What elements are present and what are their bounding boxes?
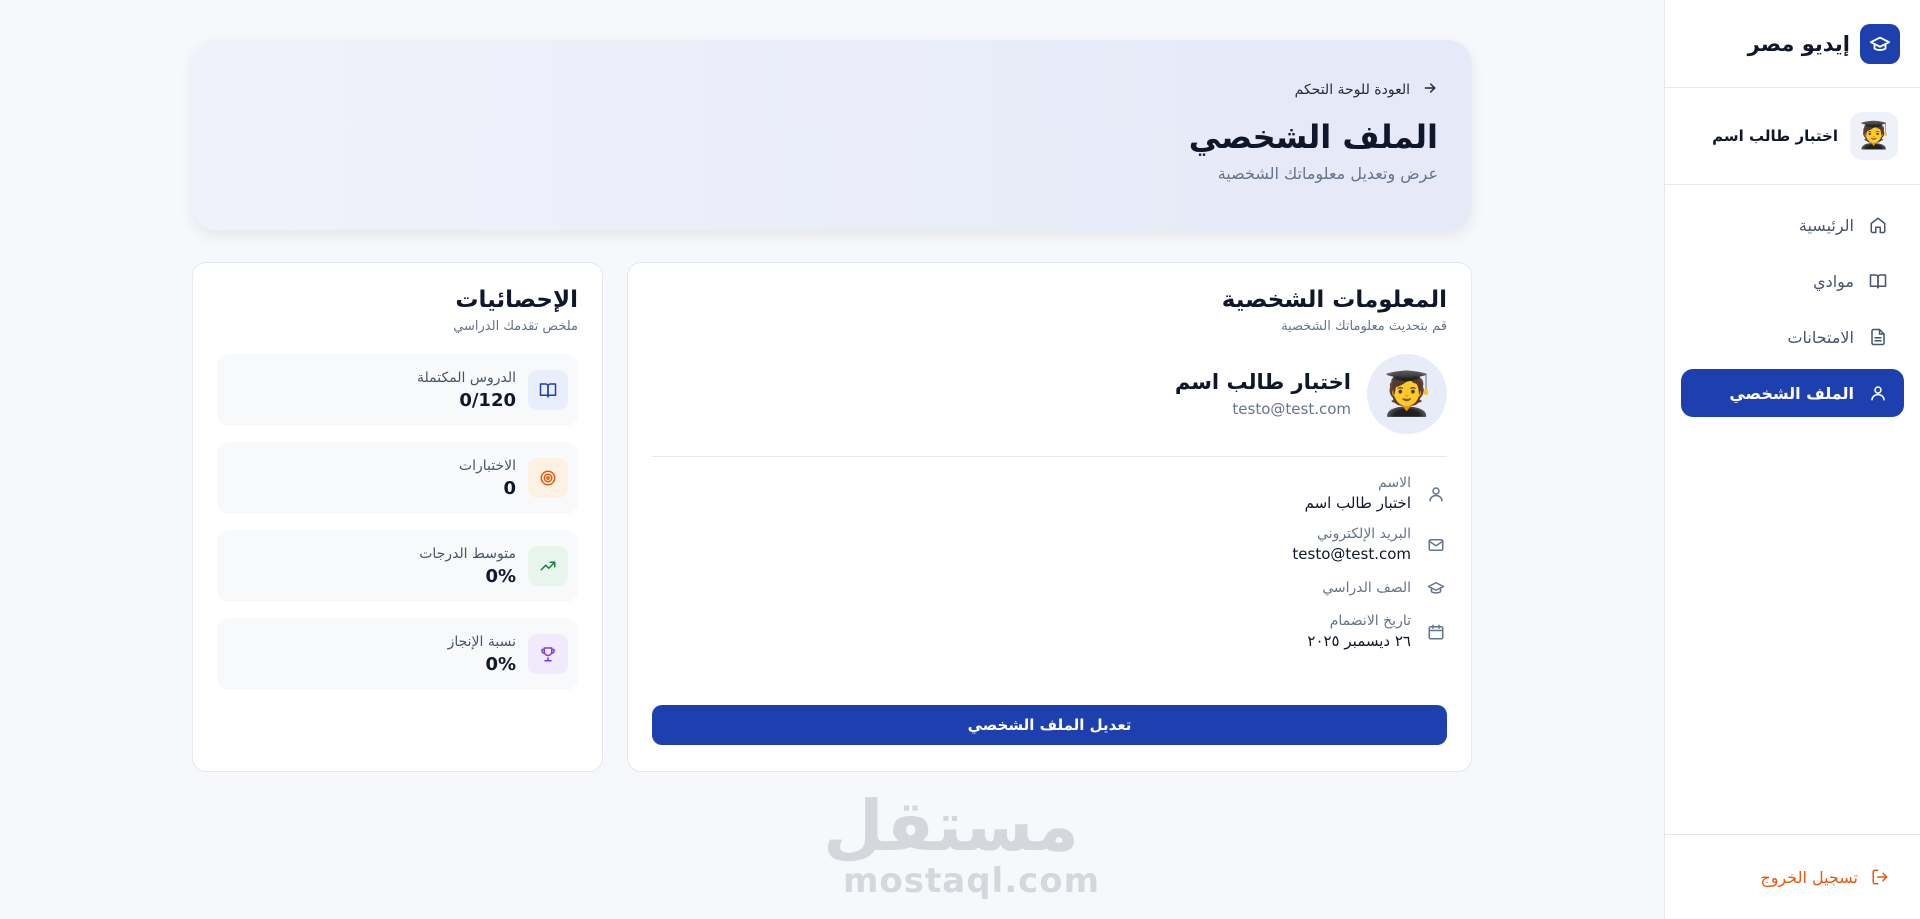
stats-card: الإحصائيات ملخص تقدمك الدراسي الدروس الم… — [192, 262, 603, 772]
user-icon — [1868, 383, 1888, 403]
target-icon — [528, 458, 568, 498]
stat-value: 0% — [485, 565, 516, 587]
sidebar-user: 🧑‍🎓 اختبار طالب اسم — [1665, 88, 1920, 185]
calendar-icon — [1425, 621, 1447, 643]
page-header: العودة للوحة التحكم الملف الشخصي عرض وتع… — [192, 40, 1472, 230]
sidebar-item-materials[interactable]: موادي — [1681, 257, 1904, 305]
mail-icon — [1425, 534, 1447, 556]
sidebar-nav: الرئيسية موادي الامتحانات الملف الشخصي — [1665, 185, 1920, 441]
field-name: الاسم اختبار طالب اسم — [652, 475, 1447, 512]
field-label: الصف الدراسي — [1322, 580, 1411, 596]
sidebar-user-name: اختبار طالب اسم — [1712, 127, 1838, 145]
sidebar-item-profile[interactable]: الملف الشخصي — [1681, 369, 1904, 417]
field-value: ٢٦ ديسمبر ٢٠٢٥ — [1307, 632, 1411, 650]
profile-email: testo@test.com — [1232, 400, 1351, 418]
stats-title: الإحصائيات — [455, 287, 578, 313]
stat-completion-rate: نسبة الإنجاز 0% — [217, 618, 578, 690]
stat-average-score: متوسط الدرجات 0% — [217, 530, 578, 602]
field-value: testo@test.com — [1292, 545, 1411, 563]
back-to-dashboard-link[interactable]: العودة للوحة التحكم — [226, 80, 1438, 100]
graduation-cap-icon — [1860, 23, 1900, 64]
avatar: 🧑‍🎓 — [1367, 354, 1447, 434]
back-label: العودة للوحة التحكم — [1294, 82, 1410, 98]
logout-icon — [1870, 867, 1890, 887]
brand[interactable]: إيديو مصر — [1665, 0, 1920, 88]
sidebar-item-label: الملف الشخصي — [1729, 383, 1854, 403]
field-label: تاريخ الانضمام — [1329, 613, 1411, 629]
sidebar-item-label: الامتحانات — [1787, 327, 1854, 347]
logout-label: تسجيل الخروج — [1760, 867, 1858, 887]
arrow-right-icon — [1422, 80, 1438, 100]
profile-name: اختبار طالب اسم — [1174, 370, 1351, 394]
page-title: الملف الشخصي — [1188, 118, 1438, 156]
brand-name: إيديو مصر — [1747, 31, 1850, 56]
sidebar-item-exams[interactable]: الامتحانات — [1681, 313, 1904, 361]
user-icon — [1425, 483, 1447, 505]
watermark-logo: مستقل mostaql.com — [822, 785, 1101, 901]
stat-label: الدروس المكتملة — [416, 369, 516, 386]
field-label: البريد الإلكتروني — [1317, 526, 1411, 542]
watermark-arabic: مستقل — [822, 785, 1079, 867]
stats-subtitle: ملخص تقدمك الدراسي — [453, 319, 578, 334]
page-subtitle: عرض وتعديل معلوماتك الشخصية — [1217, 164, 1438, 183]
personal-info-subtitle: قم بتحديث معلوماتك الشخصية — [1281, 319, 1447, 334]
book-icon — [1868, 271, 1888, 291]
file-icon — [1868, 327, 1888, 347]
stat-value: 0 — [503, 477, 516, 499]
stat-label: الاختبارات — [458, 457, 516, 474]
personal-info-title: المعلومات الشخصية — [1221, 287, 1447, 313]
trophy-icon — [528, 634, 568, 674]
field-join-date: تاريخ الانضمام ٢٦ ديسمبر ٢٠٢٥ — [652, 613, 1447, 650]
sidebar-item-label: موادي — [1813, 271, 1854, 291]
edit-profile-button[interactable]: تعديل الملف الشخصي — [652, 705, 1447, 745]
avatar: 🧑‍🎓 — [1850, 112, 1898, 160]
stat-tests: الاختبارات 0 — [217, 442, 578, 514]
stat-value: 0% — [485, 653, 516, 675]
sidebar: إيديو مصر 🧑‍🎓 اختبار طالب اسم الرئيسية م… — [1664, 0, 1920, 919]
field-label: الاسم — [1378, 475, 1411, 491]
home-icon — [1868, 215, 1888, 235]
watermark-latin: mostaql.com — [843, 861, 1101, 901]
personal-info-card: المعلومات الشخصية قم بتحديث معلوماتك الش… — [627, 262, 1472, 772]
stat-completed-lessons: الدروس المكتملة 0/120 — [217, 354, 578, 426]
profile-summary: 🧑‍🎓 اختبار طالب اسم testo@test.com — [652, 354, 1447, 457]
field-grade: الصف الدراسي — [652, 577, 1447, 599]
stat-value: 0/120 — [459, 389, 516, 411]
field-value: اختبار طالب اسم — [1304, 494, 1411, 512]
sidebar-item-home[interactable]: الرئيسية — [1681, 201, 1904, 249]
stat-label: متوسط الدرجات — [419, 545, 516, 562]
book-open-icon — [528, 370, 568, 410]
logout-button[interactable]: تسجيل الخروج — [1664, 834, 1920, 919]
field-email: البريد الإلكتروني testo@test.com — [652, 526, 1447, 563]
trending-up-icon — [528, 546, 568, 586]
stat-label: نسبة الإنجاز — [447, 633, 516, 650]
sidebar-item-label: الرئيسية — [1798, 215, 1854, 235]
graduation-cap-icon — [1425, 577, 1447, 599]
info-fields: الاسم اختبار طالب اسم البريد الإلكتروني … — [652, 475, 1447, 650]
